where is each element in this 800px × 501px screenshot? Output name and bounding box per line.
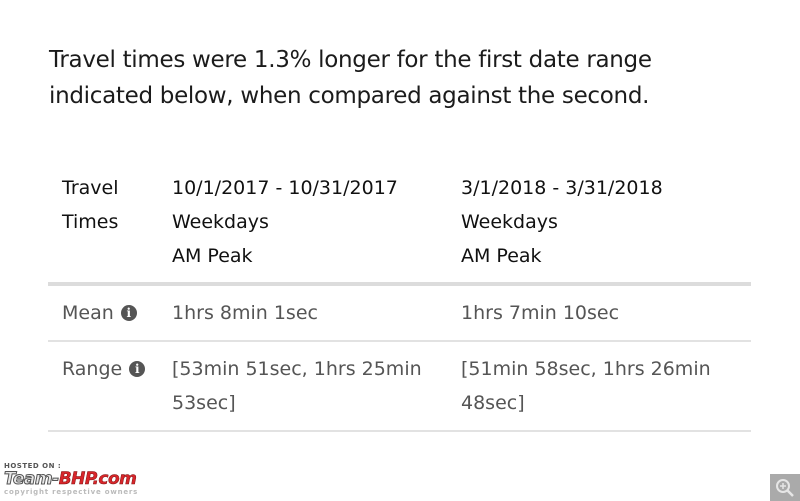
range-1-days: Weekdays bbox=[172, 211, 269, 233]
team-bhp-watermark: HOSTED ON : Team-BHP.com copyright respe… bbox=[4, 462, 194, 498]
mean-value-2: 1hrs 7min 10sec bbox=[461, 302, 620, 324]
range-value-1: [53min 51sec, 1hrs 25min 53sec] bbox=[172, 358, 422, 414]
info-icon[interactable]: i bbox=[129, 361, 146, 377]
range-2-dates: 3/1/2018 - 3/31/2018 bbox=[461, 177, 663, 199]
range-label-wrap: Range i bbox=[62, 352, 146, 386]
table-row-range: Range i [53min 51sec, 1hrs 25min 53sec] … bbox=[48, 342, 751, 432]
mean-label-wrap: Mean i bbox=[62, 296, 137, 330]
header-label-line2: Times bbox=[62, 211, 119, 233]
watermark-logo: Team-BHP.com bbox=[4, 469, 194, 489]
watermark-brand-b: BHP.com bbox=[58, 469, 137, 489]
zoom-button[interactable] bbox=[770, 474, 800, 501]
table-header: Travel Times 10/1/2017 - 10/31/2017 Week… bbox=[48, 170, 751, 286]
mean-label-cell: Mean i bbox=[48, 286, 172, 340]
range-2-days: Weekdays bbox=[461, 211, 558, 233]
summary-text: Travel times were 1.3% longer for the fi… bbox=[49, 47, 652, 109]
travel-times-table: Travel Times 10/1/2017 - 10/31/2017 Week… bbox=[48, 170, 751, 432]
range-label-cell: Range i bbox=[48, 342, 172, 430]
header-label: Travel Times bbox=[48, 170, 172, 282]
watermark-brand-a: Team- bbox=[4, 469, 60, 489]
range-label: Range bbox=[62, 358, 123, 380]
info-icon[interactable]: i bbox=[120, 305, 137, 321]
watermark-copyright: copyright respective owners bbox=[4, 488, 139, 496]
header-range-1: 10/1/2017 - 10/31/2017 Weekdays AM Peak bbox=[172, 170, 461, 282]
zoom-in-icon bbox=[776, 478, 794, 497]
table-row-mean: Mean i 1hrs 8min 1sec 1hrs 7min 10sec bbox=[48, 286, 751, 342]
range-1-dates: 10/1/2017 - 10/31/2017 bbox=[172, 177, 398, 199]
range-2-period: AM Peak bbox=[461, 245, 542, 267]
range-1-period: AM Peak bbox=[172, 245, 253, 267]
mean-value-1: 1hrs 8min 1sec bbox=[172, 302, 318, 324]
range-value-2: [51min 58sec, 1hrs 26min 48sec] bbox=[461, 358, 711, 414]
header-label-line1: Travel bbox=[62, 177, 119, 199]
mean-label: Mean bbox=[62, 302, 114, 324]
header-range-2: 3/1/2018 - 3/31/2018 Weekdays AM Peak bbox=[461, 170, 751, 282]
